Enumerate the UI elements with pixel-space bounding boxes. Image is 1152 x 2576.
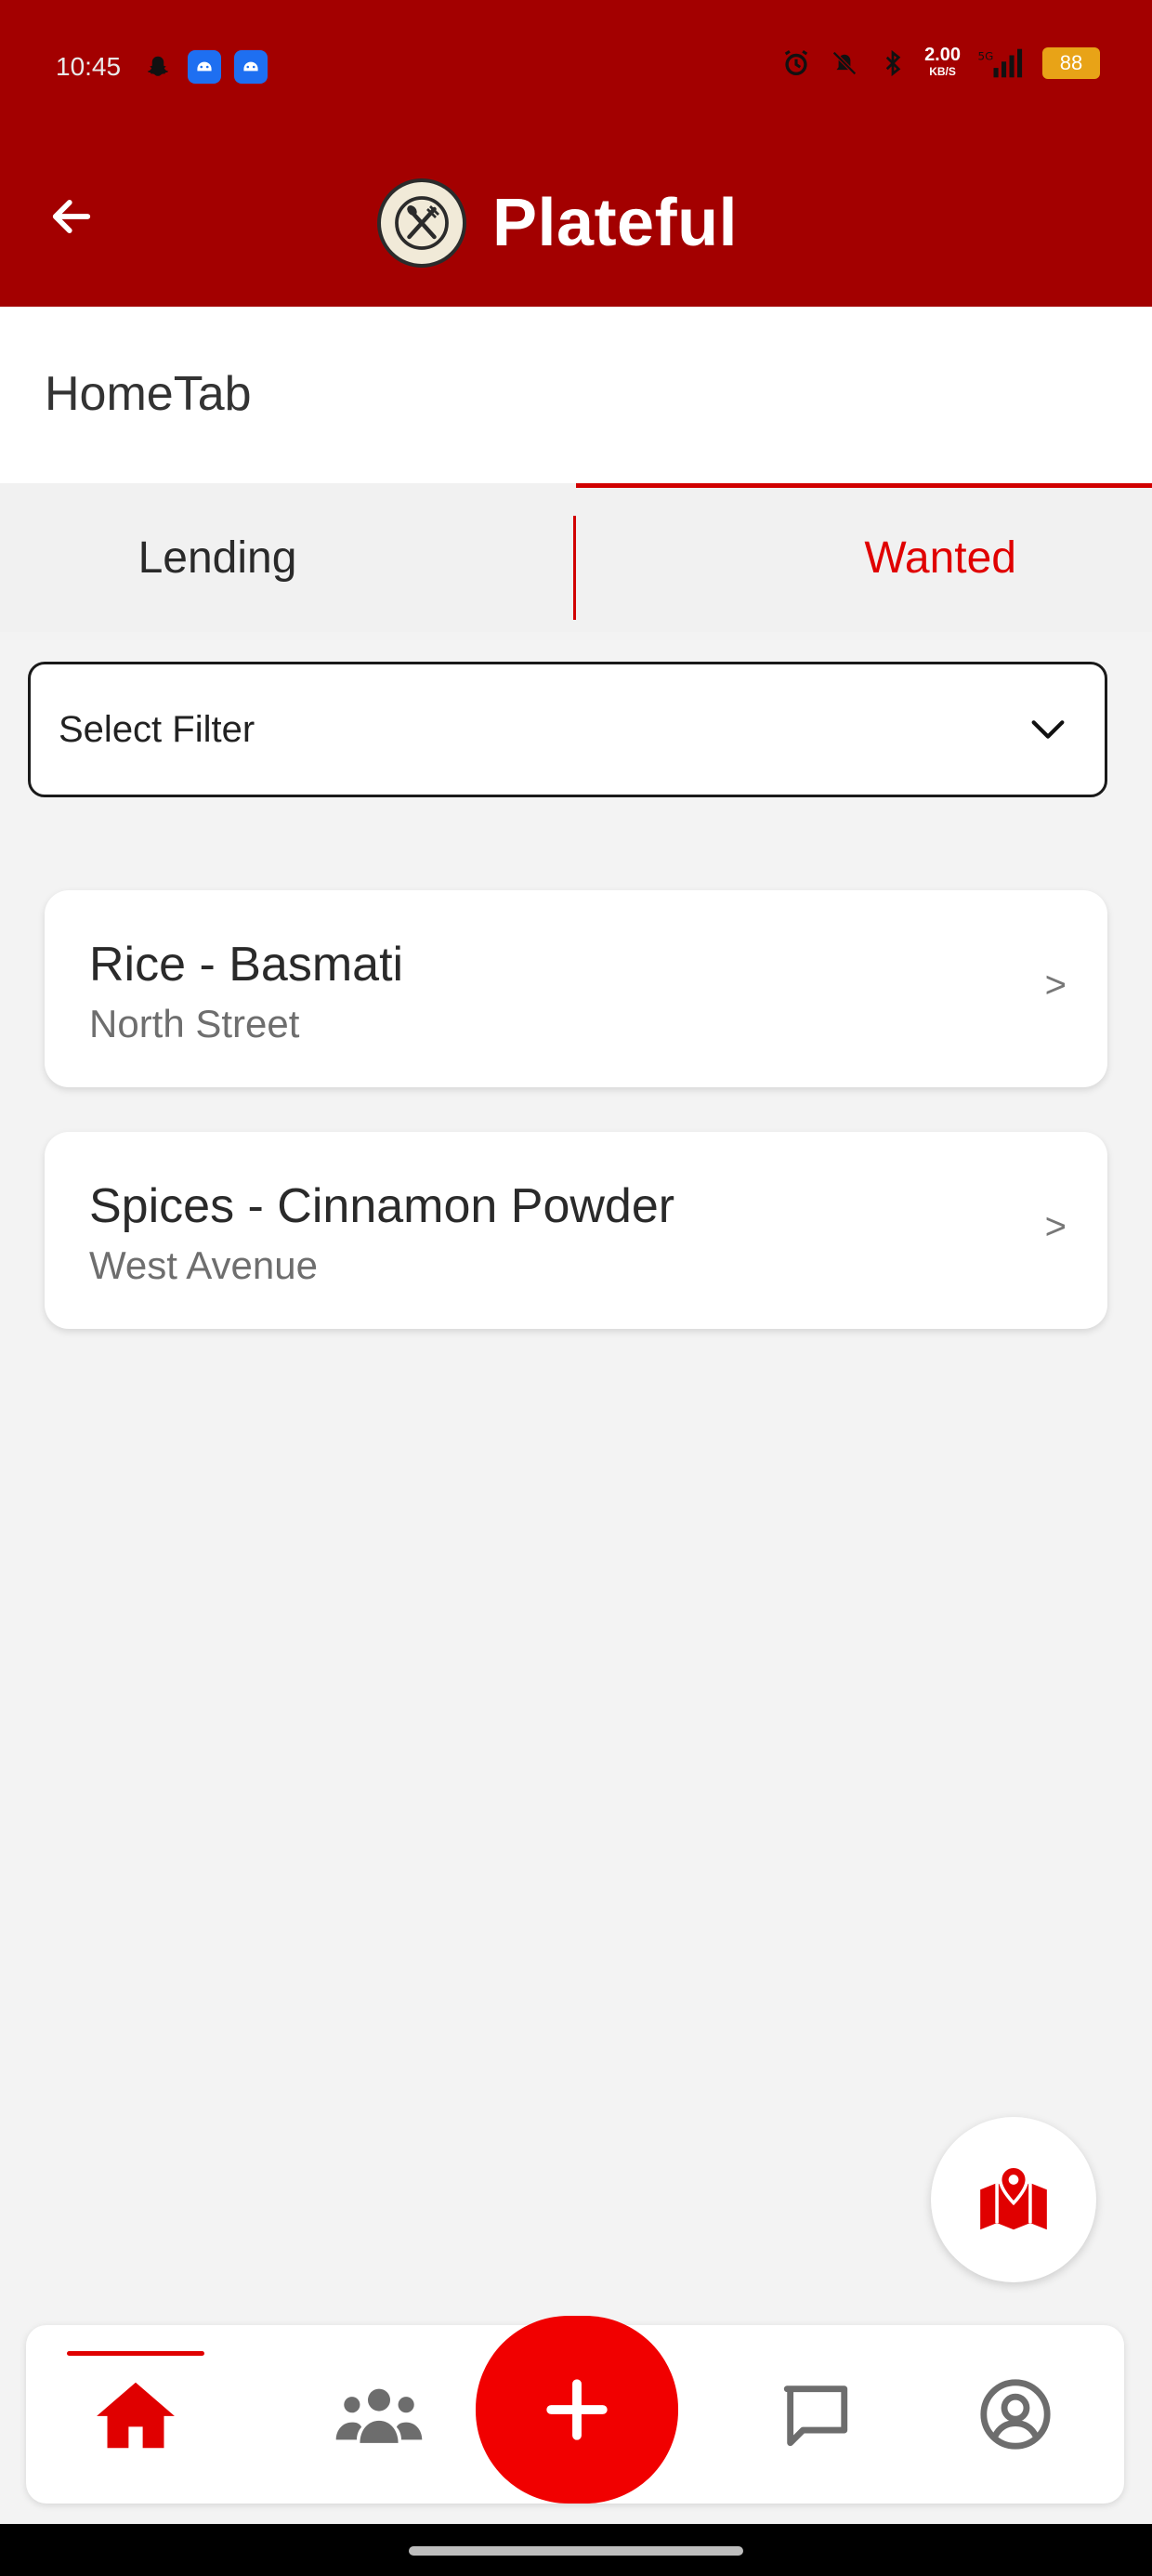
signal-icon: 5G — [975, 46, 1028, 80]
map-view-button[interactable] — [931, 2117, 1096, 2282]
snapchat-icon — [141, 50, 175, 84]
list-item[interactable]: Spices - Cinnamon Powder West Avenue > — [45, 1132, 1107, 1329]
item-location: West Avenue — [89, 1243, 318, 1287]
bluetooth-icon — [876, 46, 910, 80]
mute-bell-icon — [828, 46, 861, 80]
page-title-bar: HomeTab — [0, 307, 1152, 483]
network-speed-unit: KB/S — [929, 65, 956, 78]
nav-community[interactable] — [295, 2325, 463, 2504]
brand: Plateful — [377, 178, 738, 268]
status-notification-icons — [141, 50, 268, 84]
status-bar: 10:45 2.00 KB/S 5G 88 — [0, 0, 1152, 139]
page-title: HomeTab — [45, 367, 252, 421]
alarm-icon — [779, 46, 813, 80]
tab-lending[interactable]: Lending — [0, 483, 574, 632]
plateful-logo — [377, 178, 466, 268]
network-speed: 2.00 KB/S — [924, 46, 961, 80]
active-tab-indicator — [576, 483, 1152, 488]
filter-label: Select Filter — [59, 708, 255, 750]
item-location: North Street — [89, 1002, 300, 1045]
user-circle-icon — [980, 2379, 1051, 2450]
back-button[interactable] — [41, 186, 102, 247]
item-title: Spices - Cinnamon Powder — [89, 1179, 675, 1233]
gesture-handle[interactable] — [409, 2546, 743, 2556]
android-app-icon — [188, 50, 221, 84]
arrow-left-icon — [52, 200, 91, 233]
nav-home[interactable] — [67, 2325, 204, 2504]
chevron-down-icon — [1031, 720, 1065, 739]
filter-select[interactable]: Select Filter — [28, 662, 1107, 797]
network-speed-value: 2.00 — [924, 45, 961, 65]
app-title: Plateful — [492, 186, 739, 260]
svg-text:5G: 5G — [978, 50, 994, 63]
people-icon — [335, 2388, 423, 2443]
nav-profile[interactable] — [946, 2325, 1085, 2504]
list-item[interactable]: Rice - Basmati North Street > — [45, 890, 1107, 1087]
chevron-right-icon: > — [1044, 1206, 1067, 1247]
add-item-button[interactable] — [476, 2316, 678, 2504]
item-title: Rice - Basmati — [89, 938, 404, 992]
screen: 10:45 2.00 KB/S 5G 88 Plateful HomeTab L… — [0, 0, 1152, 2576]
android-app-icon-2 — [234, 50, 268, 84]
nav-messages[interactable] — [732, 2325, 899, 2504]
plus-icon — [546, 2379, 608, 2440]
tab-wanted[interactable]: Wanted — [576, 483, 1152, 632]
status-system-icons: 2.00 KB/S 5G 88 — [779, 46, 1100, 80]
status-time: 10:45 — [56, 52, 122, 81]
chevron-right-icon: > — [1044, 965, 1067, 1005]
map-pin-icon — [980, 2164, 1047, 2230]
battery-indicator: 88 — [1042, 47, 1100, 79]
bottom-navigation — [26, 2316, 1124, 2504]
app-header: 10:45 2.00 KB/S 5G 88 Plateful — [0, 0, 1152, 307]
tab-bar: Lending Wanted — [0, 483, 1152, 632]
chat-bubble-icon — [783, 2385, 848, 2447]
home-icon — [97, 2382, 175, 2449]
